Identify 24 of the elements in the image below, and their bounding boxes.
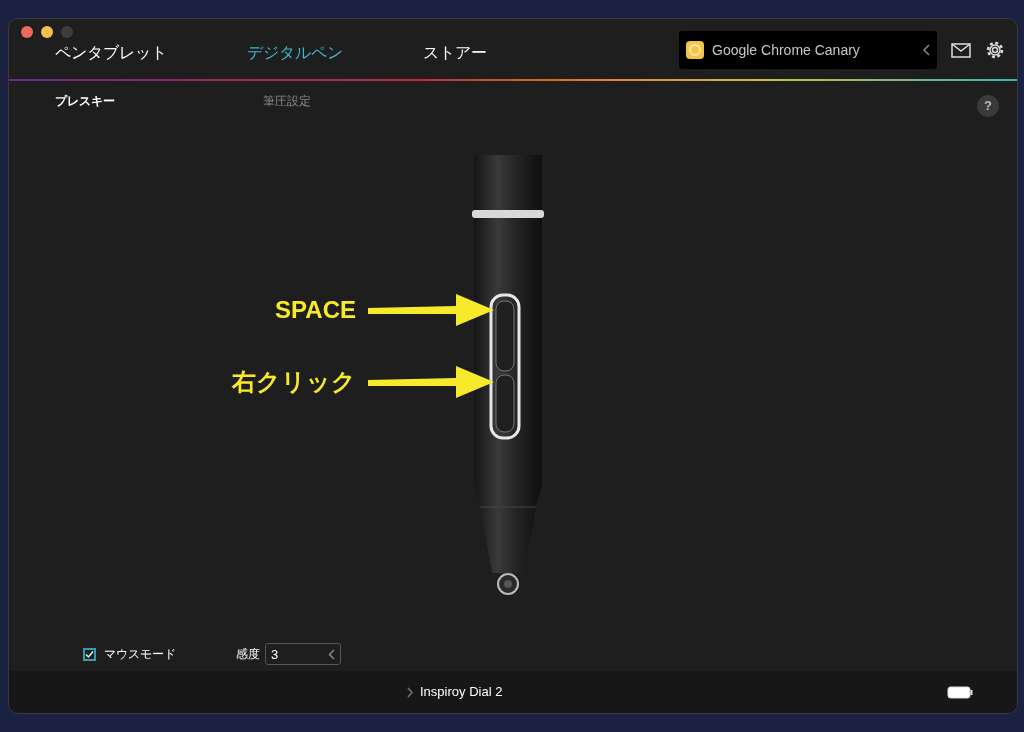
- main-tab[interactable]: ストアー: [423, 40, 487, 65]
- app-icon: [686, 41, 704, 59]
- minimize-window-button[interactable]: [41, 26, 53, 38]
- sensitivity-field[interactable]: 3: [265, 643, 341, 666]
- chevron-left-icon: [328, 648, 335, 660]
- main-tab[interactable]: デジタルペン: [247, 40, 343, 65]
- settings-icon[interactable]: [985, 40, 1005, 60]
- chevron-left-icon: [922, 44, 930, 56]
- close-window-button[interactable]: [21, 26, 33, 38]
- annotation-label: SPACE: [275, 295, 356, 326]
- mouse-mode-checkbox[interactable]: [83, 647, 96, 661]
- annotation-label: 右クリック: [232, 367, 356, 398]
- sub-tab[interactable]: プレスキー: [55, 91, 115, 110]
- device-name[interactable]: Inspiroy Dial 2: [420, 682, 503, 702]
- help-button[interactable]: ?: [977, 94, 999, 117]
- app-selector[interactable]: Google Chrome Canary: [679, 31, 937, 69]
- main-tab[interactable]: ペンタブレット: [55, 40, 167, 65]
- mouse-mode-label: マウスモード: [104, 646, 176, 664]
- checkmark-icon: [85, 649, 94, 659]
- sub-tab[interactable]: 筆圧設定: [263, 91, 311, 110]
- mail-icon[interactable]: [951, 42, 971, 58]
- battery-icon: [947, 685, 973, 699]
- sensitivity-label: 感度: [236, 646, 260, 664]
- chevron-right-icon: [407, 686, 413, 698]
